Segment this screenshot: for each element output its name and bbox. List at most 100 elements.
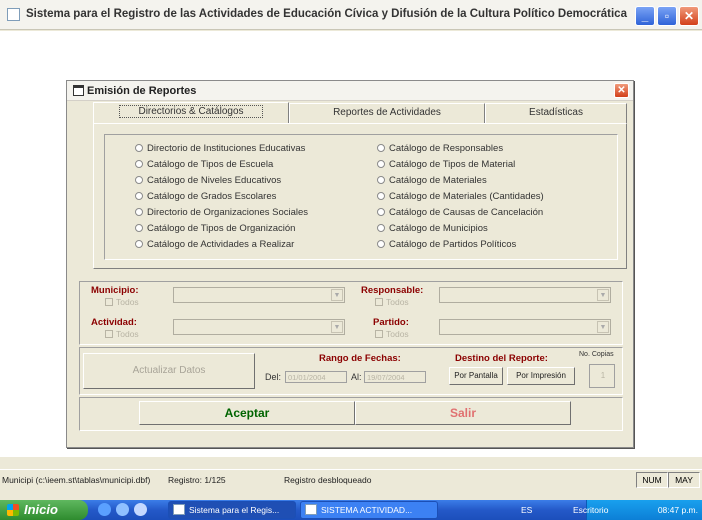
title-bar[interactable]: Sistema para el Registro de las Activida… [0, 0, 702, 30]
clock: 08:47 p.m. [657, 505, 698, 515]
report-dialog: Emisión de Reportes ✕ Directorios & Catá… [66, 80, 634, 448]
radio-icon[interactable] [135, 224, 143, 232]
radio-option[interactable]: Catálogo de Responsables [377, 143, 503, 156]
accept-button[interactable]: Aceptar [139, 401, 355, 425]
status-path: Municipi (c:\ieem.st\tablas\municipi.dbf… [2, 475, 151, 485]
radio-icon[interactable] [377, 160, 385, 168]
radio-option[interactable]: Directorio de Instituciones Educativas [135, 143, 305, 156]
tab-reportes[interactable]: Reportes de Actividades [289, 103, 485, 123]
task-sistema[interactable]: Sistema para el Regis... [168, 501, 296, 519]
exit-button[interactable]: Salir [355, 401, 571, 425]
radio-icon[interactable] [135, 144, 143, 152]
dialog-close-button[interactable]: ✕ [614, 83, 629, 98]
radio-option[interactable]: Catálogo de Tipos de Organización [135, 223, 295, 236]
ie-icon[interactable] [98, 503, 111, 516]
app-icon [7, 8, 20, 21]
checkbox-icon[interactable] [375, 298, 383, 306]
radio-option[interactable]: Directorio de Organizaciones Sociales [135, 207, 308, 220]
print-button[interactable]: Por Impresión [507, 367, 575, 385]
radio-icon[interactable] [135, 208, 143, 216]
checkbox-icon[interactable] [375, 330, 383, 338]
language-indicator[interactable]: ES [521, 505, 532, 515]
option-label: Catálogo de Niveles Educativos [147, 175, 282, 186]
todos-label: Todos [386, 297, 409, 307]
taskbar: Inicio Sistema para el Regis... SISTEMA … [0, 500, 702, 520]
radio-icon[interactable] [377, 224, 385, 232]
radio-icon[interactable] [135, 192, 143, 200]
option-label: Catálogo de Grados Escolares [147, 191, 277, 202]
option-label: Catálogo de Actividades a Realizar [147, 239, 295, 250]
minimize-button[interactable]: _ [635, 6, 655, 26]
dialog-title-bar[interactable]: Emisión de Reportes ✕ [67, 81, 633, 101]
date-from-label: Del: [265, 372, 282, 382]
radio-icon[interactable] [377, 192, 385, 200]
update-data-button[interactable]: Actualizar Datos [83, 353, 255, 389]
radio-option[interactable]: Catálogo de Partidos Políticos [377, 239, 516, 252]
start-button[interactable]: Inicio [0, 500, 88, 520]
browser-icon[interactable] [116, 503, 129, 516]
responsable-todos-checkbox[interactable]: Todos [375, 297, 409, 307]
partido-todos-checkbox[interactable]: Todos [375, 329, 409, 339]
date-to-input[interactable]: 19/07/2004 [364, 371, 426, 383]
radio-icon[interactable] [135, 176, 143, 184]
destination-label: Destino del Reporte: [455, 353, 548, 364]
actividad-combo[interactable]: ▼ [173, 319, 345, 335]
start-label: Inicio [24, 502, 58, 517]
municipio-todos-checkbox[interactable]: Todos [105, 297, 139, 307]
radio-icon[interactable] [377, 144, 385, 152]
option-label: Directorio de Organizaciones Sociales [147, 207, 309, 218]
actividad-todos-checkbox[interactable]: Todos [105, 329, 139, 339]
quicklaunch-icon[interactable] [134, 503, 147, 516]
maximize-button[interactable]: ▫ [657, 6, 677, 26]
todos-label: Todos [116, 297, 139, 307]
option-label: Catálogo de Materiales (Cantidades) [389, 191, 544, 202]
app-icon [173, 504, 185, 515]
screen-button[interactable]: Por Pantalla [449, 367, 503, 385]
radio-option[interactable]: Catálogo de Grados Escolares [135, 191, 276, 204]
todos-label: Todos [116, 329, 139, 339]
radio-icon[interactable] [135, 240, 143, 248]
radio-option[interactable]: Catálogo de Tipos de Escuela [135, 159, 273, 172]
radio-option[interactable]: Catálogo de Municipios [377, 223, 488, 236]
radio-icon[interactable] [377, 240, 385, 248]
desktop-toolbar[interactable]: Escritorio [573, 505, 608, 515]
date-to-label: Al: [351, 372, 362, 382]
dialog-icon [73, 85, 84, 96]
radio-option[interactable]: Catálogo de Causas de Cancelación [377, 207, 543, 220]
partido-combo[interactable]: ▼ [439, 319, 611, 335]
chevron-down-icon[interactable]: ▼ [597, 289, 609, 301]
close-button[interactable]: ✕ [679, 6, 699, 26]
option-label: Catálogo de Responsables [389, 143, 504, 154]
radio-option[interactable]: Catálogo de Materiales [377, 175, 487, 188]
radio-option[interactable]: Catálogo de Materiales (Cantidades) [377, 191, 544, 204]
radio-option[interactable]: Catálogo de Actividades a Realizar [135, 239, 294, 252]
copies-label: No. Copias [579, 351, 614, 358]
radio-icon[interactable] [377, 176, 385, 184]
actividad-label: Actividad: [91, 317, 137, 328]
copies-stepper[interactable]: 1 [589, 364, 615, 388]
partido-label: Partido: [373, 317, 409, 328]
tab-directorios[interactable]: Directorios & Catálogos [93, 102, 289, 124]
checkbox-icon[interactable] [105, 330, 113, 338]
municipio-combo[interactable]: ▼ [173, 287, 345, 303]
radio-icon[interactable] [135, 160, 143, 168]
date-range-label: Rango de Fechas: [319, 353, 401, 364]
responsable-combo[interactable]: ▼ [439, 287, 611, 303]
radio-option[interactable]: Catálogo de Niveles Educativos [135, 175, 281, 188]
radio-icon[interactable] [377, 208, 385, 216]
option-label: Catálogo de Tipos de Escuela [147, 159, 274, 170]
radio-option[interactable]: Catálogo de Tipos de Material [377, 159, 515, 172]
todos-label: Todos [386, 329, 409, 339]
option-label: Catálogo de Causas de Cancelación [389, 207, 544, 218]
chevron-down-icon[interactable]: ▼ [597, 321, 609, 333]
option-label: Catálogo de Partidos Políticos [389, 239, 517, 250]
task-actividad[interactable]: SISTEMA ACTIVIDAD... [300, 501, 438, 519]
date-from-input[interactable]: 01/01/2004 [285, 371, 347, 383]
checkbox-icon[interactable] [105, 298, 113, 306]
chevron-down-icon[interactable]: ▼ [331, 289, 343, 301]
status-bar: Municipi (c:\ieem.st\tablas\municipi.dbf… [0, 469, 702, 489]
responsable-label: Responsable: [361, 285, 424, 296]
system-tray: ES Escritorio 08:47 p.m. [521, 500, 702, 520]
chevron-down-icon[interactable]: ▼ [331, 321, 343, 333]
tab-estadisticas[interactable]: Estadísticas [485, 103, 627, 123]
